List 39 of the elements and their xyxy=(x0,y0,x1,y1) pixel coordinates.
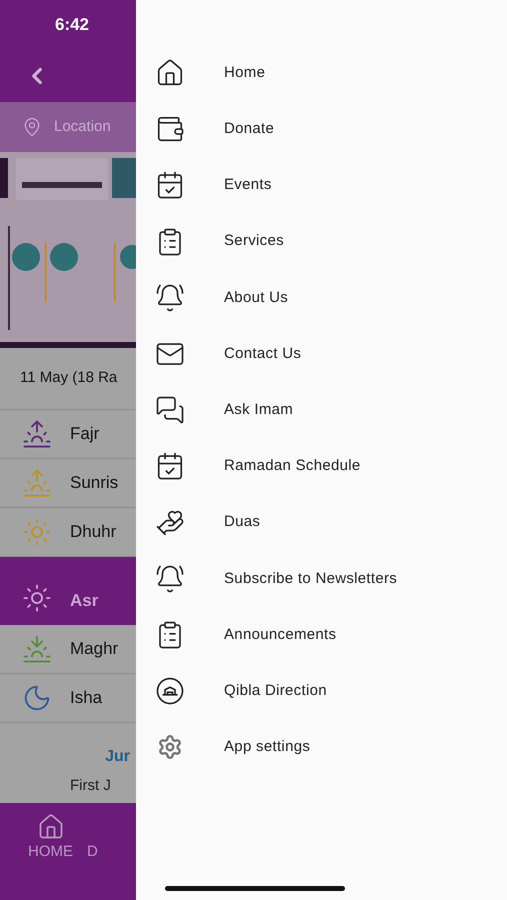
jumuah-heading: Jur xyxy=(105,747,131,767)
menu-item[interactable]: Services xyxy=(136,214,507,270)
status-time: 6:42 xyxy=(54,14,90,36)
menu-item[interactable]: Ask Imam xyxy=(136,382,507,438)
menu-item[interactable]: Subscribe to Newsletters xyxy=(136,550,507,607)
sunrise-icon xyxy=(22,419,52,449)
menu-item[interactable]: Duas xyxy=(136,494,507,551)
menu-item[interactable]: About Us xyxy=(136,270,507,326)
sun-icon xyxy=(22,583,52,613)
settings-icon xyxy=(157,734,183,760)
jumuah-line: First J xyxy=(69,777,111,794)
menu-item[interactable]: Qibla Direction xyxy=(136,663,507,720)
menu-item[interactable]: Announcements xyxy=(136,606,507,664)
prayer-name: Isha xyxy=(70,687,102,710)
prayer-name: Asr xyxy=(70,590,98,612)
prayer-name: Fajr xyxy=(70,423,100,446)
menu-item[interactable]: Home xyxy=(136,45,507,102)
prayer-name: Maghr xyxy=(70,638,118,660)
menu-item[interactable]: Contact Us xyxy=(136,326,507,382)
date-text: 11 May (18 Ra xyxy=(20,368,118,388)
prayer-name: Sunris xyxy=(70,472,118,494)
bell-icon xyxy=(155,564,185,594)
menu-item[interactable]: Donate xyxy=(136,101,507,158)
moon-icon xyxy=(22,683,52,713)
prayer-name: Dhuhr xyxy=(70,521,116,544)
menu-item[interactable]: App settings xyxy=(136,719,507,776)
tab-button[interactable]: HOME xyxy=(28,813,73,864)
chat-icon xyxy=(155,395,185,426)
sunset-icon xyxy=(22,634,52,664)
home-icon xyxy=(36,813,64,841)
bell-icon xyxy=(155,282,185,313)
calendar-icon xyxy=(155,170,185,200)
calendar-icon xyxy=(155,451,185,482)
sunrise-icon xyxy=(22,468,52,498)
menu-item[interactable]: Events xyxy=(136,157,507,214)
location-pin-icon xyxy=(22,117,42,137)
menu-item[interactable]: Ramadan Schedule xyxy=(136,438,507,494)
tab-button[interactable]: D xyxy=(87,813,98,864)
sun-icon xyxy=(22,517,52,547)
